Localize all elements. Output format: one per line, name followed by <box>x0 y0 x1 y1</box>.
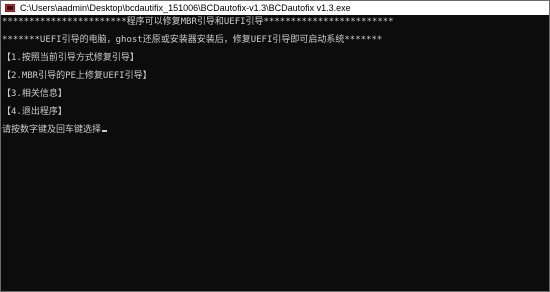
banner-line: ***********************程序可以修复MBR引导和UEFI引… <box>2 17 394 27</box>
menu-option-1: 【1.按照当前引导方式修复引导】 <box>2 53 139 63</box>
console-window: C:\Users\aadmin\Desktop\bcdautifix_15100… <box>0 0 550 292</box>
input-prompt-line[interactable]: 请按数字键及回车键选择 <box>2 125 108 136</box>
description-line: *******UEFI引导的电脑，ghost还原或安装器安装后，修复UEFI引导… <box>2 35 383 45</box>
menu-option-2: 【2.MBR引导的PE上修复UEFI引导】 <box>2 71 152 81</box>
text-cursor <box>102 130 108 132</box>
input-prompt: 请按数字键及回车键选择 <box>2 125 102 135</box>
window-title: C:\Users\aadmin\Desktop\bcdautifix_15100… <box>20 3 351 13</box>
menu-option-3: 【3.相关信息】 <box>2 89 67 99</box>
menu-option-4: 【4.退出程序】 <box>2 107 67 117</box>
console-output[interactable]: ***********************程序可以修复MBR引导和UEFI引… <box>1 15 549 291</box>
title-bar[interactable]: C:\Users\aadmin\Desktop\bcdautifix_15100… <box>1 1 549 15</box>
console-app-icon <box>5 3 15 13</box>
